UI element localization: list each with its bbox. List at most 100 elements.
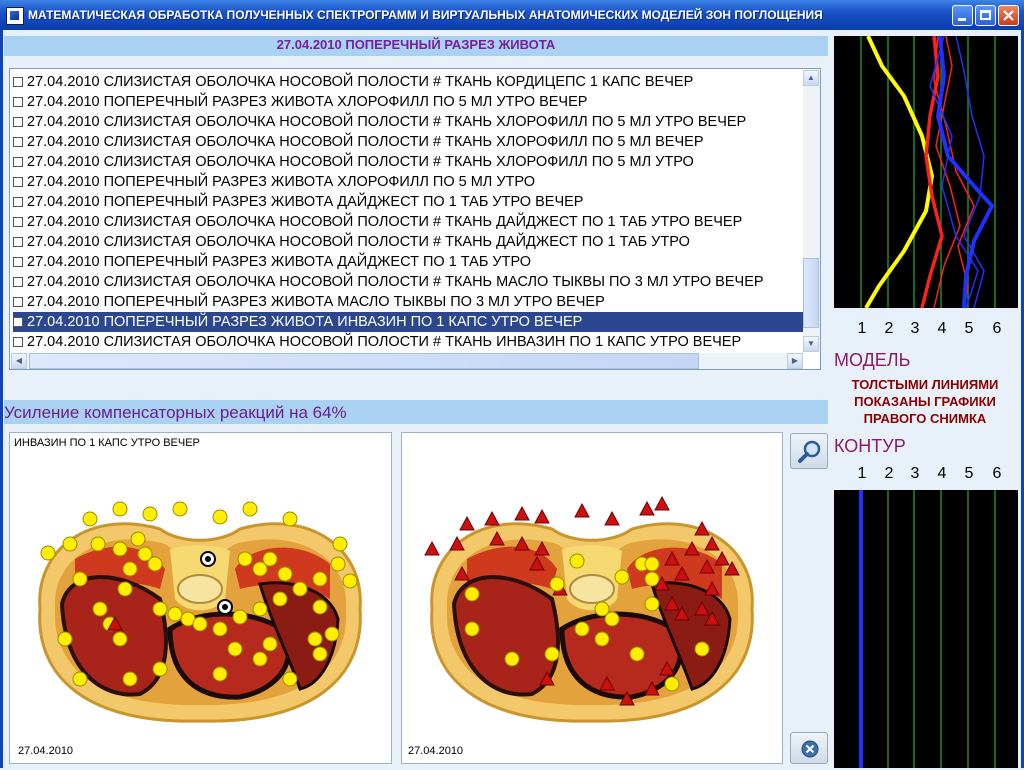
list-item[interactable]: 27.04.2010 ПОПЕРЕЧНЫЙ РАЗРЕЗ ЖИВОТА ДАЙД… bbox=[13, 192, 806, 212]
list-item-checkbox[interactable] bbox=[13, 337, 23, 347]
close-panel-button[interactable] bbox=[790, 732, 828, 764]
marker-target-center bbox=[205, 556, 211, 562]
list-item-checkbox[interactable] bbox=[13, 137, 23, 147]
marker-circle bbox=[324, 626, 340, 642]
contour-axis-number: 3 bbox=[910, 465, 920, 482]
list-item[interactable]: 27.04.2010 СЛИЗИСТАЯ ОБОЛОЧКА НОСОВОЙ ПО… bbox=[13, 112, 806, 132]
maximize-button[interactable] bbox=[975, 5, 996, 26]
contour-label: КОНТУР bbox=[834, 436, 906, 456]
model-chart bbox=[834, 36, 1018, 308]
list-item-label: 27.04.2010 СЛИЗИСТАЯ ОБОЛОЧКА НОСОВОЙ ПО… bbox=[27, 134, 704, 150]
list-item[interactable]: 27.04.2010 СЛИЗИСТАЯ ОБОЛОЧКА НОСОВОЙ ПО… bbox=[13, 232, 806, 252]
contour-axis-number: 5 bbox=[964, 465, 974, 482]
marker-circle bbox=[262, 551, 278, 567]
left-image-panel: ИНВАЗИН ПО 1 КАПС УТРО ВЕЧЕР 27.04.2010 bbox=[9, 432, 392, 764]
scroll-left-button[interactable]: ◀ bbox=[11, 353, 27, 369]
horizontal-scroll-thumb[interactable] bbox=[29, 353, 699, 369]
marker-circle bbox=[312, 571, 328, 587]
list-item[interactable]: 27.04.2010 СЛИЗИСТАЯ ОБОЛОЧКА НОСОВОЙ ПО… bbox=[13, 132, 806, 152]
marker-triangle bbox=[639, 500, 655, 516]
marker-circle bbox=[312, 646, 328, 662]
list-horizontal-scrollbar[interactable]: ◀ ▶ bbox=[11, 353, 803, 369]
list-item[interactable]: 27.04.2010 СЛИЗИСТАЯ ОБОЛОЧКА НОСОВОЙ ПО… bbox=[13, 212, 806, 232]
marker-circle bbox=[212, 666, 228, 682]
list-item-label: 27.04.2010 ПОПЕРЕЧНЫЙ РАЗРЕЗ ЖИВОТА ДАЙД… bbox=[27, 254, 532, 270]
list-item-checkbox[interactable] bbox=[13, 97, 23, 107]
list-item-label: 27.04.2010 СЛИЗИСТАЯ ОБОЛОЧКА НОСОВОЙ ПО… bbox=[27, 334, 742, 350]
marker-circle bbox=[644, 556, 660, 572]
model-axis-number: 5 bbox=[964, 320, 974, 337]
marker-triangle bbox=[459, 515, 475, 531]
marker-triangle bbox=[654, 495, 670, 511]
scroll-down-button[interactable]: ▼ bbox=[803, 336, 819, 352]
list-item[interactable]: 27.04.2010 ПОПЕРЕЧНЫЙ РАЗРЕЗ ЖИВОТА ХЛОР… bbox=[13, 172, 806, 192]
list-item-checkbox[interactable] bbox=[13, 197, 23, 207]
model-axis-number: 1 bbox=[857, 320, 867, 337]
marker-circle bbox=[212, 509, 228, 525]
list-item[interactable]: 27.04.2010 СЛИЗИСТАЯ ОБОЛОЧКА НОСОВОЙ ПО… bbox=[13, 332, 806, 352]
marker-circle bbox=[664, 676, 680, 692]
marker-circle bbox=[332, 536, 348, 552]
model-axis-number: 2 bbox=[884, 320, 894, 337]
list-item-checkbox[interactable] bbox=[13, 157, 23, 167]
marker-circle bbox=[147, 556, 163, 572]
marker-circle bbox=[227, 641, 243, 657]
list-item-checkbox[interactable] bbox=[13, 77, 23, 87]
model-label: МОДЕЛЬ bbox=[834, 350, 911, 370]
marker-circle bbox=[112, 541, 128, 557]
marker-triangle bbox=[514, 505, 530, 521]
marker-circle bbox=[307, 631, 323, 647]
marker-circle bbox=[112, 631, 128, 647]
marker-circle bbox=[167, 606, 183, 622]
marker-triangle bbox=[574, 502, 590, 518]
list-item[interactable]: 27.04.2010 СЛИЗИСТАЯ ОБОЛОЧКА НОСОВОЙ ПО… bbox=[13, 72, 806, 92]
marker-circle bbox=[549, 576, 565, 592]
list-item[interactable]: 27.04.2010 ПОПЕРЕЧНЫЙ РАЗРЕЗ ЖИВОТА ХЛОР… bbox=[13, 92, 806, 112]
list-item[interactable]: 27.04.2010 СЛИЗИСТАЯ ОБОЛОЧКА НОСОВОЙ ПО… bbox=[13, 272, 806, 292]
marker-circle bbox=[614, 569, 630, 585]
marker-circle bbox=[112, 501, 128, 517]
left-panel-date: 27.04.2010 bbox=[18, 745, 74, 757]
result-text: Усиление компенсаторных реакций на 64% bbox=[4, 403, 347, 422]
vertical-scroll-thumb[interactable] bbox=[803, 258, 819, 328]
model-axis-number: 4 bbox=[937, 320, 947, 337]
marker-circle bbox=[277, 566, 293, 582]
right-panel-date: 27.04.2010 bbox=[408, 745, 464, 757]
list-item-checkbox[interactable] bbox=[13, 117, 23, 127]
model-note-line: ТОЛСТЫМИ ЛИНИЯМИ bbox=[851, 377, 999, 392]
close-window-button[interactable] bbox=[998, 5, 1019, 26]
records-list[interactable]: 27.04.2010 СЛИЗИСТАЯ ОБОЛОЧКА НОСОВОЙ ПО… bbox=[9, 68, 821, 370]
minimize-button[interactable] bbox=[952, 5, 973, 26]
list-item-checkbox[interactable] bbox=[13, 297, 23, 307]
list-item-checkbox[interactable] bbox=[13, 237, 23, 247]
close-icon bbox=[1003, 10, 1014, 21]
marker-circle bbox=[72, 671, 88, 687]
list-item-checkbox[interactable] bbox=[13, 277, 23, 287]
marker-circle bbox=[142, 506, 158, 522]
app-icon[interactable] bbox=[6, 7, 24, 25]
scroll-right-button[interactable]: ▶ bbox=[787, 353, 803, 369]
list-item[interactable]: 27.04.2010 ПОПЕРЕЧНЫЙ РАЗРЕЗ ЖИВОТА МАСЛ… bbox=[13, 292, 806, 312]
contour-chart bbox=[834, 490, 1018, 768]
zoom-button[interactable] bbox=[790, 433, 828, 469]
list-vertical-scrollbar[interactable]: ▲ ▼ bbox=[803, 70, 820, 352]
model-axis-number: 3 bbox=[910, 320, 920, 337]
list-item-checkbox[interactable] bbox=[13, 257, 23, 267]
left-panel-caption: ИНВАЗИН ПО 1 КАПС УТРО ВЕЧЕР bbox=[14, 437, 200, 449]
marker-circle bbox=[82, 511, 98, 527]
scroll-up-button[interactable]: ▲ bbox=[803, 70, 819, 86]
list-item[interactable]: 27.04.2010 ПОПЕРЕЧНЫЙ РАЗРЕЗ ЖИВОТА ДАЙД… bbox=[13, 252, 806, 272]
marker-circle bbox=[117, 581, 133, 597]
marker-triangle bbox=[424, 540, 440, 556]
list-item[interactable]: 27.04.2010 ПОПЕРЕЧНЫЙ РАЗРЕЗ ЖИВОТА ИНВА… bbox=[13, 312, 806, 332]
marker-circle bbox=[574, 621, 590, 637]
close-circle-icon bbox=[801, 740, 819, 758]
marker-circle bbox=[152, 661, 168, 677]
list-item-checkbox[interactable] bbox=[13, 217, 23, 227]
list-item-checkbox[interactable] bbox=[13, 177, 23, 187]
marker-circle bbox=[57, 631, 73, 647]
marker-target-center bbox=[222, 604, 228, 610]
list-item-checkbox[interactable] bbox=[13, 317, 23, 327]
list-item[interactable]: 27.04.2010 СЛИЗИСТАЯ ОБОЛОЧКА НОСОВОЙ ПО… bbox=[13, 152, 806, 172]
right-image-panel: 27.04.2010 bbox=[401, 432, 783, 764]
